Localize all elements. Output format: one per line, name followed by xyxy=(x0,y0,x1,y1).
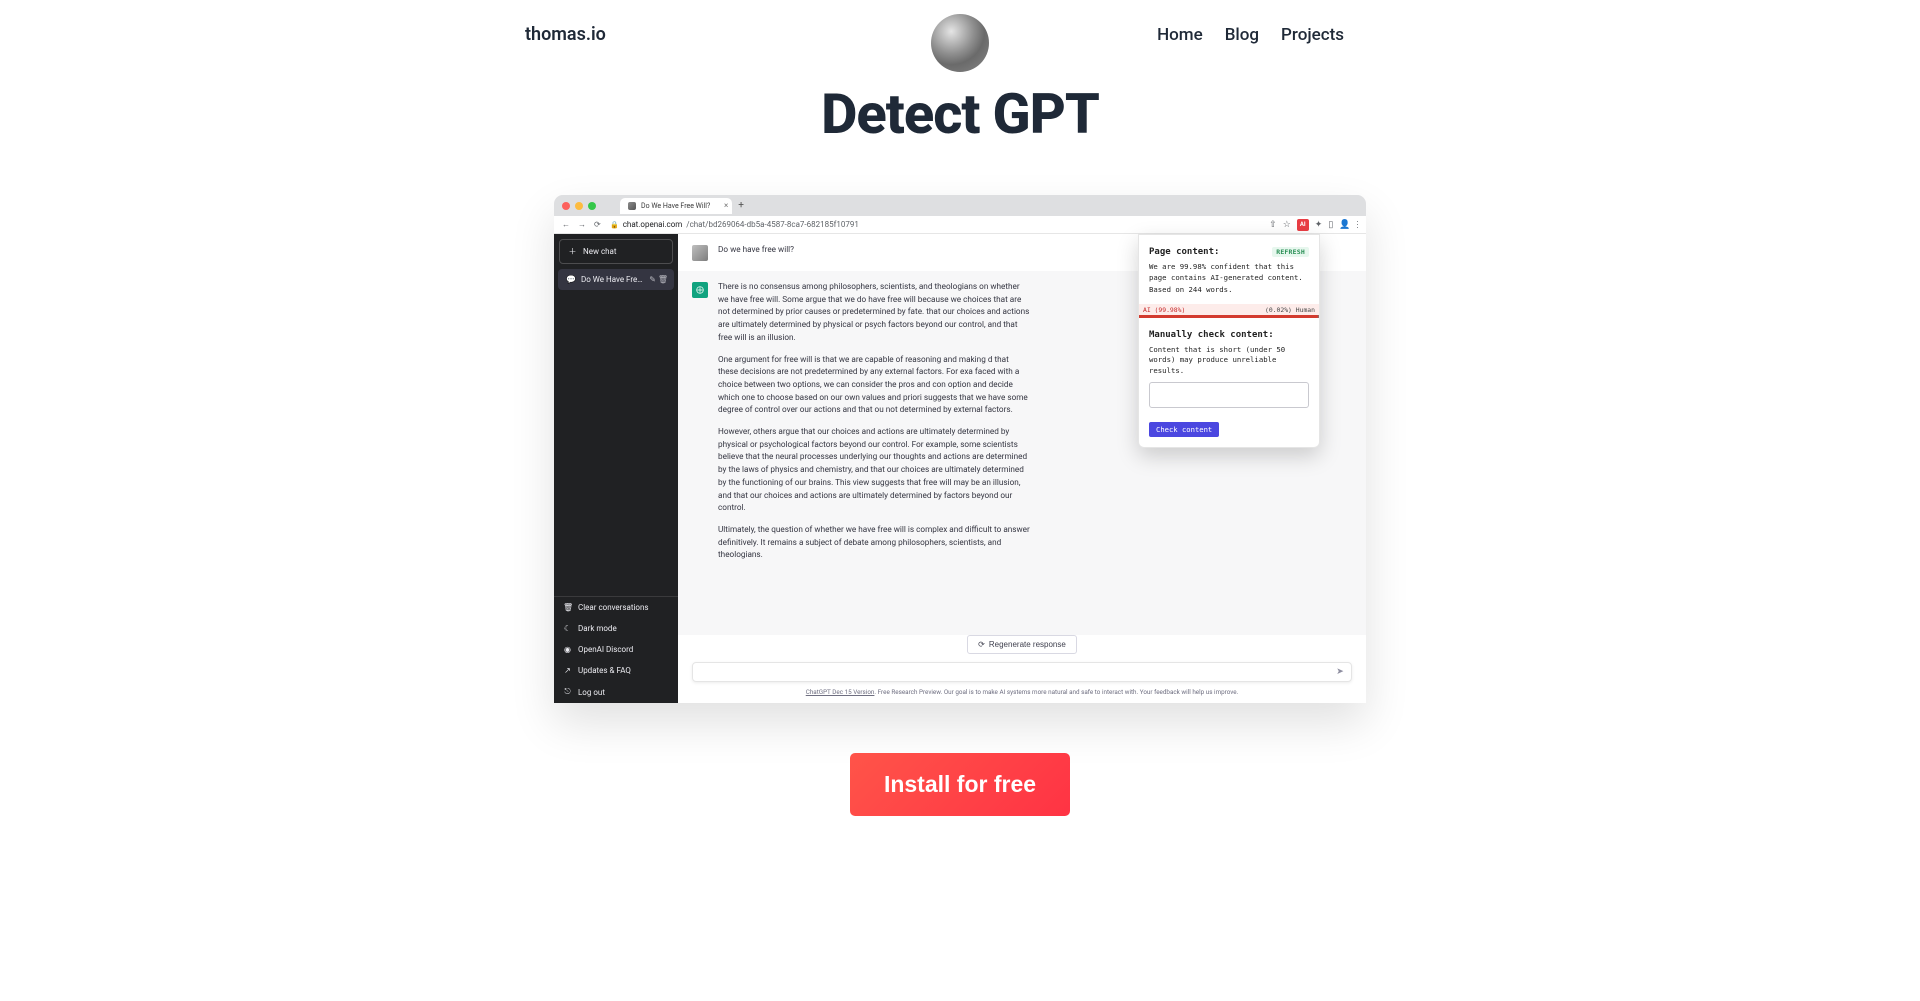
composer: ➤ xyxy=(692,662,1352,682)
refresh-button[interactable]: REFRESH xyxy=(1272,247,1309,257)
browser-mockup: Do We Have Free Will? × + ← → ⟳ 🔒 chat.o… xyxy=(554,195,1366,703)
ai-para-1: There is no consensus among philosophers… xyxy=(718,281,1030,345)
regenerate-button[interactable]: ⟳ Regenerate response xyxy=(967,635,1077,654)
edit-icon[interactable]: ✎ xyxy=(649,275,656,284)
dark-mode-toggle[interactable]: ☾Dark mode xyxy=(554,618,678,639)
nav-projects[interactable]: Projects xyxy=(1281,25,1344,45)
page-title: Detect GPT xyxy=(0,81,1920,147)
moon-icon: ☾ xyxy=(563,624,572,633)
new-tab-icon[interactable]: + xyxy=(738,200,744,211)
chatgpt-app: ＋ New chat 💬 Do We Have Free Will? ✎ 🗑 🗑… xyxy=(554,234,1366,703)
manual-hint: Content that is short (under 50 words) m… xyxy=(1149,345,1309,377)
sidebar: ＋ New chat 💬 Do We Have Free Will? ✎ 🗑 🗑… xyxy=(554,234,678,703)
manual-content-input[interactable] xyxy=(1149,382,1309,408)
traffic-max-icon[interactable] xyxy=(588,202,596,210)
url-path: /chat/bd269064-db5a-4587-8ca7-682185f107… xyxy=(686,220,859,229)
browser-tab[interactable]: Do We Have Free Will? × xyxy=(620,198,732,214)
tab-close-icon[interactable]: × xyxy=(724,201,728,210)
forward-icon[interactable]: → xyxy=(578,220,586,229)
ai-para-3: However, others argue that our choices a… xyxy=(718,426,1030,515)
discord-icon: ◉ xyxy=(563,645,572,654)
refresh-icon: ⟳ xyxy=(978,640,985,649)
logout-icon: ⎋ xyxy=(563,687,572,697)
message-input[interactable] xyxy=(693,668,1329,677)
profile-icon[interactable]: 👤 xyxy=(1339,220,1350,230)
updates-link[interactable]: ↗Updates & FAQ xyxy=(554,660,678,681)
discord-link[interactable]: ◉OpenAI Discord xyxy=(554,639,678,660)
url-host: chat.openai.com xyxy=(623,220,683,229)
avatar[interactable] xyxy=(931,14,989,72)
ai-extension-icon[interactable]: AI xyxy=(1297,219,1309,231)
confidence-bar: AI (99.98%) (0.02%) Human xyxy=(1139,304,1319,318)
user-avatar-icon xyxy=(692,245,708,261)
new-chat-button[interactable]: ＋ New chat xyxy=(559,239,673,264)
send-icon[interactable]: ➤ xyxy=(1329,667,1351,677)
check-content-button[interactable]: Check content xyxy=(1149,422,1219,437)
chat-main: Do we have free will? There is no consen… xyxy=(678,234,1366,703)
page-content-label: Page content: xyxy=(1149,247,1219,257)
human-pct-label: (0.02%) Human xyxy=(1265,306,1315,314)
trash-icon: 🗑 xyxy=(563,603,572,612)
footer-note: ChatGPT Dec 15 Version. Free Research Pr… xyxy=(678,688,1366,703)
browser-titlebar: Do We Have Free Will? × + xyxy=(554,195,1366,216)
nav-blog[interactable]: Blog xyxy=(1225,25,1259,45)
word-count-text: Based on 244 words. xyxy=(1149,285,1309,296)
brand[interactable]: thomas.io xyxy=(525,24,606,45)
address-bar[interactable]: 🔒 chat.openai.com/chat/bd269064-db5a-458… xyxy=(610,220,1261,229)
kebab-icon[interactable] xyxy=(1357,221,1359,228)
star-icon[interactable]: ☆ xyxy=(1283,220,1291,230)
tab-title: Do We Have Free Will? xyxy=(641,202,710,210)
ai-para-2: One argument for free will is that we ar… xyxy=(718,354,1030,418)
install-button[interactable]: Install for free xyxy=(850,753,1070,816)
footer-version-link[interactable]: ChatGPT Dec 15 Version xyxy=(806,688,875,696)
extensions-icon[interactable]: ✦ xyxy=(1315,220,1323,230)
traffic-close-icon[interactable] xyxy=(562,202,570,210)
logout-button[interactable]: ⎋Log out xyxy=(554,681,678,703)
plus-icon: ＋ xyxy=(568,246,577,257)
external-icon: ↗ xyxy=(563,666,572,675)
panel-icon[interactable]: ▯ xyxy=(1328,220,1333,230)
confidence-text: We are 99.98% confident that this page c… xyxy=(1149,262,1309,283)
history-item[interactable]: 💬 Do We Have Free Will? ✎ 🗑 xyxy=(558,269,674,290)
main-nav: Home Blog Projects xyxy=(1157,25,1344,45)
nav-home[interactable]: Home xyxy=(1157,25,1203,45)
lock-icon: 🔒 xyxy=(610,221,619,229)
extension-popup: Page content: REFRESH We are 99.98% conf… xyxy=(1138,234,1320,448)
share-icon[interactable]: ⇧ xyxy=(1269,220,1277,230)
ai-avatar-icon xyxy=(692,282,708,298)
new-chat-label: New chat xyxy=(583,247,617,256)
chat-icon: 💬 xyxy=(566,275,575,284)
reload-icon[interactable]: ⟳ xyxy=(594,220,602,229)
ai-pct-label: AI (99.98%) xyxy=(1143,306,1185,314)
clear-conversations[interactable]: 🗑Clear conversations xyxy=(554,596,678,618)
history-item-label: Do We Have Free Will? xyxy=(581,275,645,284)
manual-check-label: Manually check content: xyxy=(1149,330,1309,340)
avatar-wrap xyxy=(931,14,989,72)
browser-toolbar: ← → ⟳ 🔒 chat.openai.com/chat/bd269064-db… xyxy=(554,216,1366,234)
confidence-bar-fill xyxy=(1139,315,1319,318)
back-icon[interactable]: ← xyxy=(562,220,570,229)
user-message-text: Do we have free will? xyxy=(718,244,794,261)
ai-para-4: Ultimately, the question of whether we h… xyxy=(718,524,1030,562)
traffic-min-icon[interactable] xyxy=(575,202,583,210)
favicon-icon xyxy=(628,202,636,210)
trash-icon[interactable]: 🗑 xyxy=(658,275,668,284)
